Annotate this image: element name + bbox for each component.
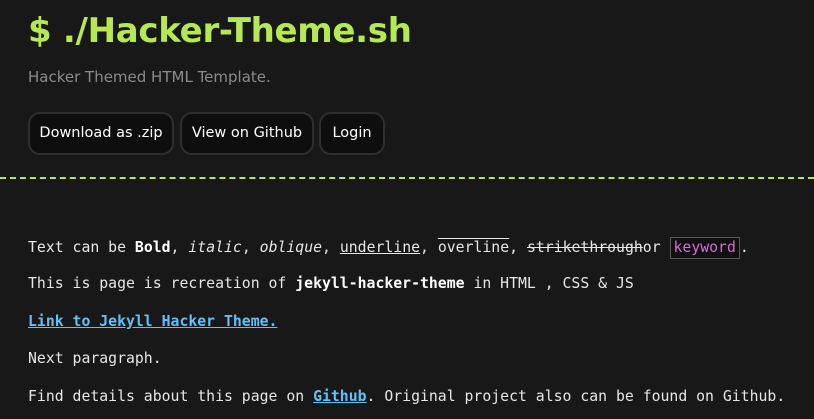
- site-tagline: Hacker Themed HTML Template.: [28, 68, 271, 86]
- separator: ,: [322, 239, 340, 256]
- dashed-divider: [0, 177, 814, 179]
- jekyll-hacker-theme-link[interactable]: Link to Jekyll Hacker Theme.: [28, 313, 277, 330]
- theme-name-bold: jekyll-hacker-theme: [295, 275, 465, 292]
- strikethrough-text: strikethrough: [526, 239, 643, 256]
- underline-text: underline: [339, 239, 421, 256]
- view-on-github-button[interactable]: View on Github: [180, 112, 314, 155]
- or-text: or: [642, 239, 670, 256]
- separator: ,: [170, 239, 189, 256]
- italic-text: italic: [188, 239, 242, 256]
- text-prefix: Text can be: [28, 239, 135, 256]
- text-suffix: in HTML , CSS & JS: [464, 275, 634, 292]
- separator: ,: [241, 239, 260, 256]
- login-button[interactable]: Login: [319, 112, 385, 155]
- oblique-text: oblique: [259, 239, 323, 256]
- github-link[interactable]: Github: [313, 388, 366, 405]
- bold-text: Bold: [134, 239, 171, 256]
- site-title: $ ./Hacker-Theme.sh: [28, 11, 412, 51]
- text-prefix: Find details about this page on: [28, 388, 314, 405]
- details-paragraph: Find details about this page on Github. …: [28, 387, 785, 407]
- keyword-text: keyword: [669, 237, 740, 259]
- recreation-paragraph: This is page is recreation of jekyll-hac…: [28, 274, 634, 294]
- download-zip-button[interactable]: Download as .zip: [28, 112, 174, 155]
- text-suffix: . Original project also can be found on …: [366, 388, 786, 405]
- separator: ,: [420, 239, 438, 256]
- separator: ,: [509, 239, 527, 256]
- text-prefix: This is page is recreation of: [28, 275, 296, 292]
- period: .: [739, 239, 749, 256]
- text-styles-paragraph: Text can be Bold, italic, oblique, under…: [28, 237, 749, 259]
- link-paragraph: Link to Jekyll Hacker Theme.: [28, 312, 277, 332]
- overline-text: overline: [437, 239, 510, 256]
- next-paragraph: Next paragraph.: [28, 350, 162, 367]
